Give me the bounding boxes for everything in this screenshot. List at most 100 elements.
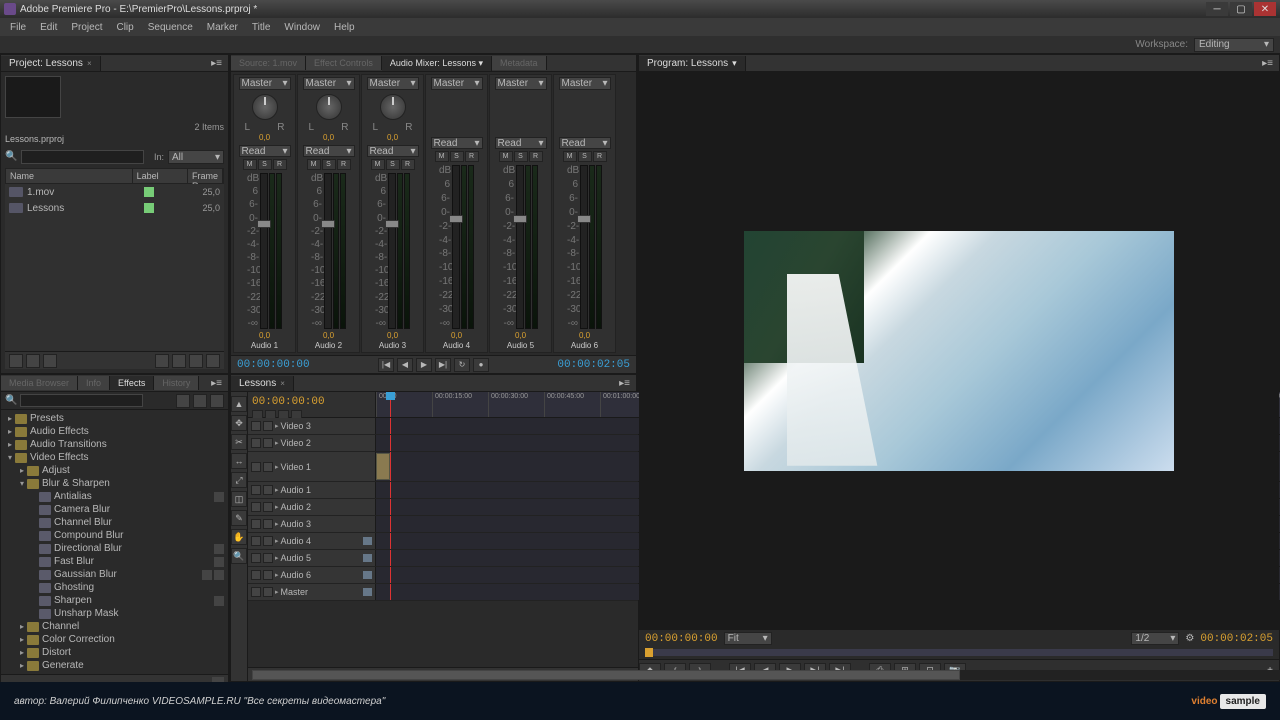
fx-item[interactable]: ▸Channel bbox=[1, 620, 228, 633]
track-header[interactable]: ▸Video 3 bbox=[248, 418, 376, 434]
output-dropdown[interactable]: Master▾ bbox=[303, 77, 355, 90]
video-preview[interactable] bbox=[744, 231, 1174, 471]
chan-s-button[interactable]: S bbox=[514, 151, 528, 162]
fx-filter-icon[interactable] bbox=[193, 394, 207, 408]
list-view-icon[interactable] bbox=[9, 354, 23, 368]
loop-button[interactable]: ↻ bbox=[454, 358, 470, 372]
fx-item[interactable]: Ghosting bbox=[1, 581, 228, 594]
chan-r-button[interactable]: R bbox=[273, 159, 287, 170]
track-header[interactable]: ▸Audio 5 bbox=[248, 550, 376, 566]
automation-dropdown[interactable]: Read▾ bbox=[559, 137, 611, 149]
fit-dropdown[interactable]: Fit▾ bbox=[724, 632, 772, 645]
chan-r-button[interactable]: R bbox=[529, 151, 543, 162]
timeline-tool[interactable]: ✋ bbox=[231, 529, 247, 545]
chan-s-button[interactable]: S bbox=[450, 151, 464, 162]
fx-item[interactable]: ▸Generate bbox=[1, 659, 228, 672]
fx-item[interactable]: ▸Adjust bbox=[1, 464, 228, 477]
chan-s-button[interactable]: S bbox=[322, 159, 336, 170]
trash-icon[interactable] bbox=[206, 354, 220, 368]
menu-help[interactable]: Help bbox=[328, 20, 361, 35]
fx-item[interactable]: Antialias bbox=[1, 490, 228, 503]
close-button[interactable]: ✕ bbox=[1254, 2, 1276, 16]
track-header[interactable]: ▸Audio 3 bbox=[248, 516, 376, 532]
track-header[interactable]: ▸Audio 6 bbox=[248, 567, 376, 583]
chan-m-button[interactable]: M bbox=[499, 151, 513, 162]
track-header[interactable]: ▸Audio 4 bbox=[248, 533, 376, 549]
track-header[interactable]: ▸Master bbox=[248, 584, 376, 600]
fx-item[interactable]: Gaussian Blur bbox=[1, 568, 228, 581]
output-dropdown[interactable]: Master▾ bbox=[431, 77, 483, 90]
new-bin-icon[interactable] bbox=[172, 354, 186, 368]
pan-knob[interactable] bbox=[252, 94, 278, 120]
project-row[interactable]: Lessons25,0 bbox=[5, 200, 224, 216]
tab-project[interactable]: Project: Lessons× bbox=[1, 56, 101, 71]
project-search-input[interactable] bbox=[21, 150, 144, 164]
tab-source[interactable]: Metadata bbox=[492, 56, 547, 70]
automation-dropdown[interactable]: Read▾ bbox=[495, 137, 547, 149]
in-dropdown[interactable]: All▾ bbox=[168, 150, 224, 164]
project-row[interactable]: 1.mov25,0 bbox=[5, 184, 224, 200]
zoom-dropdown[interactable]: 1/2▾ bbox=[1131, 632, 1179, 645]
clip[interactable] bbox=[376, 453, 390, 480]
find-icon[interactable] bbox=[155, 354, 169, 368]
track-header[interactable]: ▸Audio 2 bbox=[248, 499, 376, 515]
chan-r-button[interactable]: R bbox=[401, 159, 415, 170]
fx-item[interactable]: Compound Blur bbox=[1, 529, 228, 542]
fx-item[interactable]: Camera Blur bbox=[1, 503, 228, 516]
effects-search-input[interactable] bbox=[20, 394, 143, 407]
fx-filter-icon[interactable] bbox=[210, 394, 224, 408]
timeline-tool[interactable]: ⤢ bbox=[231, 472, 247, 488]
timeline-tool[interactable]: ▲ bbox=[231, 396, 247, 412]
fx-item[interactable]: ▸Color Correction bbox=[1, 633, 228, 646]
tab-info[interactable]: Info bbox=[78, 376, 110, 390]
timeline-tool[interactable]: ✂ bbox=[231, 434, 247, 450]
panel-menu-icon[interactable]: ▸≡ bbox=[205, 378, 228, 389]
panel-menu-icon[interactable]: ▸≡ bbox=[205, 58, 228, 69]
track-header[interactable]: ▸Audio 1 bbox=[248, 482, 376, 498]
track-header[interactable]: ▸Video 1 bbox=[248, 452, 376, 481]
automation-dropdown[interactable]: Read▾ bbox=[367, 145, 419, 157]
fader[interactable] bbox=[388, 173, 396, 329]
fader[interactable] bbox=[580, 165, 588, 329]
menu-sequence[interactable]: Sequence bbox=[142, 20, 199, 35]
fx-item[interactable]: ▸Distort bbox=[1, 646, 228, 659]
track-header[interactable]: ▸Video 2 bbox=[248, 435, 376, 451]
chan-m-button[interactable]: M bbox=[243, 159, 257, 170]
menu-clip[interactable]: Clip bbox=[110, 20, 139, 35]
goto-in-button[interactable]: |◀ bbox=[378, 358, 394, 372]
fx-item[interactable]: Fast Blur bbox=[1, 555, 228, 568]
tab-history[interactable]: History bbox=[154, 376, 199, 390]
new-item-icon[interactable] bbox=[189, 354, 203, 368]
output-dropdown[interactable]: Master▾ bbox=[367, 77, 419, 90]
panel-menu-icon[interactable]: ▸≡ bbox=[613, 378, 636, 389]
maximize-button[interactable]: ▢ bbox=[1230, 2, 1252, 16]
automation-dropdown[interactable]: Read▾ bbox=[431, 137, 483, 149]
playhead[interactable] bbox=[390, 392, 391, 417]
timeline-scrollbar[interactable] bbox=[252, 670, 1280, 680]
icon-view-icon[interactable] bbox=[26, 354, 40, 368]
output-dropdown[interactable]: Master▾ bbox=[239, 77, 291, 90]
fader[interactable] bbox=[516, 165, 524, 329]
tab-media-browser[interactable]: Media Browser bbox=[1, 376, 78, 390]
fader[interactable] bbox=[452, 165, 460, 329]
fx-item[interactable]: ▸Presets bbox=[1, 412, 228, 425]
chan-r-button[interactable]: R bbox=[337, 159, 351, 170]
fader[interactable] bbox=[324, 173, 332, 329]
tab-effects[interactable]: Effects bbox=[110, 376, 154, 390]
automation-dropdown[interactable]: Read▾ bbox=[239, 145, 291, 157]
menu-window[interactable]: Window bbox=[278, 20, 326, 35]
tab-timeline[interactable]: Lessons× bbox=[231, 376, 294, 391]
pan-knob[interactable] bbox=[380, 94, 406, 120]
program-scrubber[interactable] bbox=[639, 647, 1279, 659]
fx-item[interactable]: Directional Blur bbox=[1, 542, 228, 555]
fx-item[interactable]: Sharpen bbox=[1, 594, 228, 607]
settings-icon[interactable]: ⚙ bbox=[1185, 633, 1194, 644]
chan-r-button[interactable]: R bbox=[465, 151, 479, 162]
tab-source[interactable]: Audio Mixer: Lessons ▾ bbox=[382, 56, 492, 71]
minimize-button[interactable]: ─ bbox=[1206, 2, 1228, 16]
tab-source[interactable]: Effect Controls bbox=[306, 56, 382, 70]
effects-tree[interactable]: ▸Presets▸Audio Effects▸Audio Transitions… bbox=[1, 410, 228, 674]
fx-item[interactable]: ▸Audio Transitions bbox=[1, 438, 228, 451]
fx-filter-icon[interactable] bbox=[176, 394, 190, 408]
fader[interactable] bbox=[260, 173, 268, 329]
